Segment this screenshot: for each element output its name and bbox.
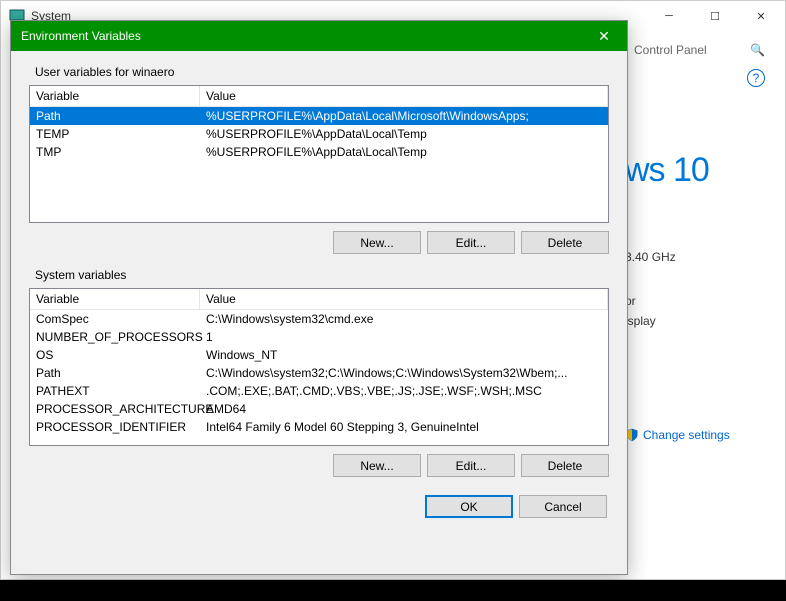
change-settings-link[interactable]: Change settings <box>625 428 765 442</box>
env-close-button[interactable]: ✕ <box>581 21 627 51</box>
var-value: %USERPROFILE%\AppData\Local\Temp <box>200 126 608 142</box>
var-value: Windows_NT <box>200 347 608 363</box>
env-titlebar: Environment Variables ✕ <box>11 21 627 51</box>
var-name: NUMBER_OF_PROCESSORS <box>30 329 200 345</box>
user-vars-label: User variables for winaero <box>29 65 609 79</box>
var-name: Path <box>30 108 200 124</box>
col-value[interactable]: Value <box>200 289 608 309</box>
table-row[interactable]: PROCESSOR_ARCHITECTUREAMD64 <box>30 400 608 418</box>
search-icon[interactable]: 🔍 <box>750 43 765 57</box>
table-row[interactable]: TEMP%USERPROFILE%\AppData\Local\Temp <box>30 125 608 143</box>
ghz-text: 3.40 GHz <box>625 250 765 264</box>
var-value: C:\Windows\system32;C:\Windows;C:\Window… <box>200 365 608 381</box>
system-variables-group: System variables Variable Value ComSpecC… <box>29 268 609 477</box>
table-row[interactable]: Path%USERPROFILE%\AppData\Local\Microsof… <box>30 107 608 125</box>
list-header: Variable Value <box>30 289 608 310</box>
var-value: AMD64 <box>200 401 608 417</box>
user-new-button[interactable]: New... <box>333 231 421 254</box>
sys-delete-button[interactable]: Delete <box>521 454 609 477</box>
user-delete-button[interactable]: Delete <box>521 231 609 254</box>
cancel-button[interactable]: Cancel <box>519 495 607 518</box>
table-row[interactable]: NUMBER_OF_PROCESSORS1 <box>30 328 608 346</box>
ok-button[interactable]: OK <box>425 495 513 518</box>
table-row[interactable]: ComSpecC:\Windows\system32\cmd.exe <box>30 310 608 328</box>
user-variables-group: User variables for winaero Variable Valu… <box>29 65 609 254</box>
control-panel-breadcrumb: Control Panel 🔍 <box>634 43 765 57</box>
windows-10-logo: ws 10 <box>625 151 765 190</box>
help-icon[interactable]: ? <box>747 69 765 87</box>
sys-vars-label: System variables <box>29 268 609 282</box>
var-value: %USERPROFILE%\AppData\Local\Temp <box>200 144 608 160</box>
col-variable[interactable]: Variable <box>30 289 200 309</box>
maximize-button[interactable]: ☐ <box>692 2 738 30</box>
col-value[interactable]: Value <box>200 86 608 106</box>
col-variable[interactable]: Variable <box>30 86 200 106</box>
sys-new-button[interactable]: New... <box>333 454 421 477</box>
window-controls: ─ ☐ ✕ <box>646 2 784 30</box>
list-header: Variable Value <box>30 86 608 107</box>
environment-variables-dialog: Environment Variables ✕ User variables f… <box>10 20 628 575</box>
system-variables-list[interactable]: Variable Value ComSpecC:\Windows\system3… <box>29 288 609 446</box>
sys-edit-button[interactable]: Edit... <box>427 454 515 477</box>
table-row[interactable]: PathC:\Windows\system32;C:\Windows;C:\Wi… <box>30 364 608 382</box>
var-value: .COM;.EXE;.BAT;.CMD;.VBS;.VBE;.JS;.JSE;.… <box>200 383 608 399</box>
table-row[interactable]: TMP%USERPROFILE%\AppData\Local\Temp <box>30 143 608 161</box>
minimize-button[interactable]: ─ <box>646 2 692 30</box>
var-name: TEMP <box>30 126 200 142</box>
var-value: C:\Windows\system32\cmd.exe <box>200 311 608 327</box>
var-name: TMP <box>30 144 200 160</box>
isplay-text: isplay <box>625 314 765 328</box>
user-edit-button[interactable]: Edit... <box>427 231 515 254</box>
close-button[interactable]: ✕ <box>738 2 784 30</box>
var-name: OS <box>30 347 200 363</box>
var-value: 1 <box>200 329 608 345</box>
var-name: ComSpec <box>30 311 200 327</box>
user-variables-list[interactable]: Variable Value Path%USERPROFILE%\AppData… <box>29 85 609 223</box>
or-text: or <box>625 294 765 308</box>
env-title: Environment Variables <box>21 29 141 43</box>
var-value: %USERPROFILE%\AppData\Local\Microsoft\Wi… <box>200 108 608 124</box>
var-value: Intel64 Family 6 Model 60 Stepping 3, Ge… <box>200 419 608 435</box>
var-name: PROCESSOR_IDENTIFIER <box>30 419 200 435</box>
var-name: PROCESSOR_ARCHITECTURE <box>30 401 200 417</box>
var-name: Path <box>30 365 200 381</box>
system-right-pane: ws 10 3.40 GHz or isplay Change settings <box>625 121 765 442</box>
table-row[interactable]: OSWindows_NT <box>30 346 608 364</box>
table-row[interactable]: PROCESSOR_IDENTIFIERIntel64 Family 6 Mod… <box>30 418 608 436</box>
var-name: PATHEXT <box>30 383 200 399</box>
table-row[interactable]: PATHEXT.COM;.EXE;.BAT;.CMD;.VBS;.VBE;.JS… <box>30 382 608 400</box>
